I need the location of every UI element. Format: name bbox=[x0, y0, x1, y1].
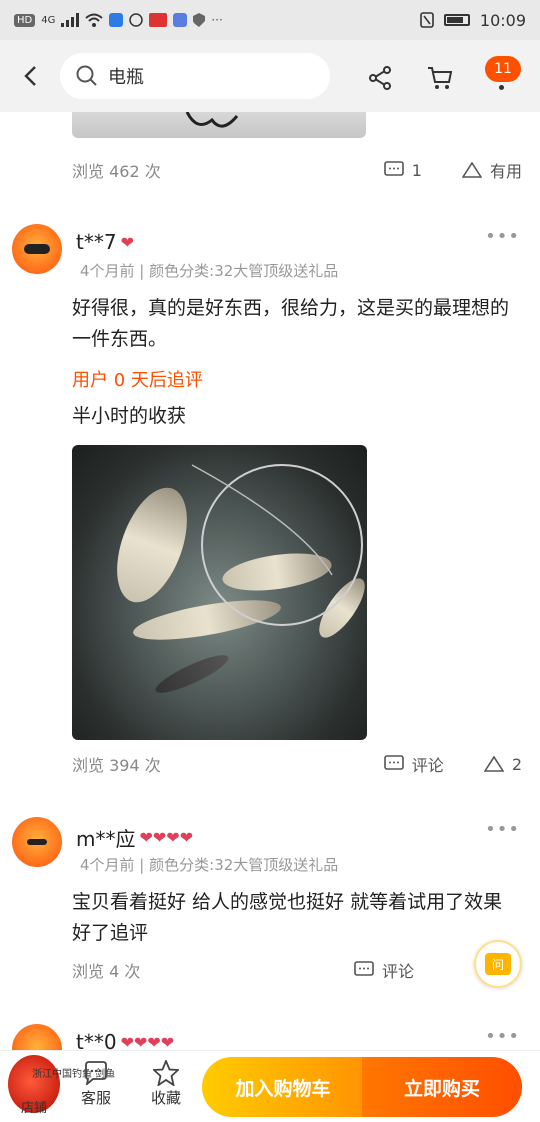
search-input[interactable]: 电瓶 bbox=[60, 53, 330, 99]
append-text: 半小时的收获 bbox=[72, 405, 187, 427]
service-button[interactable]: 客服 bbox=[66, 1059, 126, 1108]
append-label: 用户 0 天后追评 bbox=[72, 370, 203, 391]
more-button[interactable]: ••• bbox=[485, 226, 520, 247]
heart-level-icon: ❤ bbox=[120, 232, 134, 252]
status-bar: HD 4G ··· 10:09 bbox=[0, 0, 540, 40]
like-button[interactable]: 2 bbox=[483, 754, 522, 774]
comment-button[interactable]: 评论 bbox=[354, 958, 414, 982]
user-name-text: m**应 bbox=[76, 827, 136, 851]
hd-icon: HD bbox=[14, 13, 36, 27]
thumb-triangle-icon bbox=[483, 756, 504, 772]
favorite-button[interactable]: 收藏 bbox=[136, 1059, 196, 1108]
view-count: 浏览 462 次 bbox=[72, 162, 161, 181]
useful-button[interactable]: 有用 bbox=[461, 158, 522, 182]
music-icon bbox=[173, 13, 188, 27]
review-footer: 浏览 394 次 评论 2 bbox=[72, 752, 522, 776]
back-button[interactable] bbox=[0, 40, 60, 112]
search-text: 电瓶 bbox=[108, 67, 144, 88]
comment-button[interactable]: 评论 bbox=[383, 752, 444, 776]
comment-label: 评论 bbox=[381, 962, 414, 981]
like-count: 2 bbox=[511, 754, 522, 774]
avatar[interactable] bbox=[12, 224, 62, 274]
shop-label: 店铺 bbox=[20, 1101, 47, 1116]
share-icon bbox=[369, 66, 391, 90]
app-icon bbox=[129, 13, 144, 27]
signal-icon bbox=[61, 13, 80, 27]
review-footer: 浏览 4 次 评论 bbox=[72, 958, 522, 982]
service-icon bbox=[85, 1061, 107, 1085]
comment-icon bbox=[383, 755, 404, 770]
search-icon bbox=[76, 65, 97, 86]
comment-count: 1 bbox=[411, 160, 422, 180]
user-name: m**应 ❤❤❤❤ bbox=[76, 823, 193, 852]
prev-review-footer: 浏览 462 次 1 有用 bbox=[72, 158, 522, 182]
photo-detail-icon bbox=[185, 112, 239, 128]
add-to-cart-button[interactable]: 加入购物车 bbox=[202, 1057, 364, 1117]
user-name: t**7 ❤ bbox=[76, 230, 134, 254]
cart-icon bbox=[428, 67, 453, 89]
fav-label: 收藏 bbox=[150, 1089, 181, 1107]
comment-button[interactable]: 1 bbox=[383, 160, 422, 180]
wifi-icon bbox=[85, 13, 104, 27]
review-meta: 4个月前 | 颜色分类:32大管顶级送礼品 bbox=[80, 856, 339, 874]
ask-icon: 问 bbox=[485, 953, 511, 975]
avatar-face-icon bbox=[24, 244, 50, 254]
menu-dot-icon bbox=[499, 85, 504, 90]
user-name: t**0 ❤❤❤❤ bbox=[76, 1030, 174, 1050]
network-label: 4G bbox=[41, 14, 56, 26]
review-text: 好得很，真的是好东西，很给力，这是买的最理想的一件东西。 bbox=[72, 297, 510, 350]
review-meta: 4个月前 | 颜色分类:32大管顶级送礼品 bbox=[80, 262, 339, 280]
shop-button[interactable]: 店铺 bbox=[4, 1097, 64, 1116]
avatar[interactable] bbox=[12, 817, 62, 867]
view-count: 浏览 394 次 bbox=[72, 756, 161, 775]
more-button[interactable]: ••• bbox=[485, 819, 520, 840]
status-icons: HD 4G ··· bbox=[14, 13, 223, 27]
avatar[interactable] bbox=[12, 1024, 62, 1050]
cart-button[interactable] bbox=[420, 58, 460, 98]
buy-now-button[interactable]: 立即购买 bbox=[362, 1057, 522, 1117]
net-icon bbox=[191, 464, 363, 626]
comment-label: 评论 bbox=[411, 756, 444, 775]
more-status-icon: ··· bbox=[211, 13, 223, 27]
nfc-icon bbox=[420, 12, 434, 28]
thumb-triangle-icon bbox=[461, 162, 482, 178]
ask-float-button[interactable]: 问 bbox=[474, 940, 522, 988]
user-name-text: t**0 bbox=[76, 1030, 117, 1050]
app-icon bbox=[149, 13, 168, 27]
review-photo[interactable] bbox=[72, 445, 367, 740]
review-photo[interactable] bbox=[72, 112, 366, 138]
back-arrow-icon bbox=[24, 66, 36, 86]
message-badge[interactable]: 11 bbox=[485, 56, 521, 82]
useful-label: 有用 bbox=[489, 162, 522, 181]
comment-icon bbox=[354, 961, 374, 976]
user-name-text: t**7 bbox=[76, 230, 117, 254]
review-list[interactable]: 浏览 462 次 1 有用 t**7 ❤ ••• 4个月前 | 颜色分类:32大… bbox=[0, 112, 540, 1050]
app-icon bbox=[109, 13, 124, 27]
heart-level-icon: ❤❤❤❤ bbox=[120, 1032, 175, 1051]
avatar-face-icon bbox=[27, 839, 47, 845]
shield-icon bbox=[193, 13, 206, 27]
bottom-bar: 浙江中国钓鱼 剑鱼 店铺 客服 收藏 加入购物车 立即购买 bbox=[0, 1050, 540, 1122]
service-label: 客服 bbox=[80, 1089, 111, 1107]
more-button[interactable]: ••• bbox=[485, 1026, 520, 1047]
heart-level-icon: ❤❤❤❤ bbox=[139, 828, 194, 847]
battery-icon bbox=[443, 14, 470, 26]
review-text: 宝贝看着挺好 给人的感觉也挺好 就等着试用了效果好了追评 bbox=[72, 891, 503, 944]
comment-icon bbox=[383, 161, 404, 176]
view-count: 浏览 4 次 bbox=[72, 962, 141, 981]
share-button[interactable] bbox=[360, 58, 400, 98]
clock: 10:09 bbox=[479, 10, 526, 30]
star-icon bbox=[153, 1060, 179, 1086]
